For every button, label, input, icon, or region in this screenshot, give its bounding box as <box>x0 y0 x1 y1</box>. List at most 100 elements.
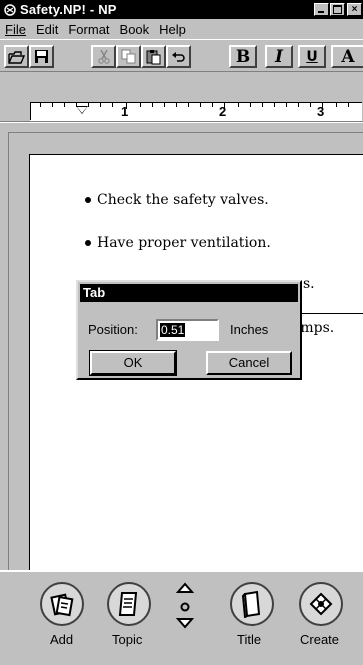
save-button[interactable] <box>29 45 54 68</box>
topic-page-icon <box>118 592 138 616</box>
add-button[interactable] <box>40 582 84 626</box>
font-label: A <box>341 46 355 67</box>
ruler-tick <box>238 103 239 107</box>
ruler-tick <box>164 103 165 107</box>
ruler-top-border <box>0 71 363 72</box>
arrow-down-icon <box>175 618 195 629</box>
ruler-tick <box>250 103 251 107</box>
maximize-button[interactable] <box>330 3 345 16</box>
underline-button[interactable]: U <box>298 45 326 68</box>
open-folder-icon <box>8 50 25 64</box>
italic-label: I <box>275 46 283 67</box>
arrow-up-icon <box>175 582 195 593</box>
bullet-line-1: Check the safety valves. <box>85 192 269 208</box>
ruler-tick <box>64 103 65 107</box>
close-button[interactable]: × <box>347 3 362 16</box>
frame-top-border <box>8 132 363 133</box>
title-bar: Safety.NP! - NP × <box>0 0 363 19</box>
left-margin-border <box>8 132 9 570</box>
minimize-icon <box>318 11 324 13</box>
circle-icon <box>180 602 190 612</box>
save-disk-icon <box>35 50 48 63</box>
undo-button[interactable] <box>166 45 191 68</box>
close-icon: × <box>351 4 358 15</box>
menu-file-label: File <box>5 21 26 37</box>
ruler-tick <box>176 103 177 107</box>
ruler-tick <box>274 103 275 107</box>
create-button[interactable] <box>299 582 343 626</box>
ruler-tick <box>298 103 299 107</box>
create-sparkle-icon <box>309 592 333 616</box>
bold-label: B <box>235 46 251 67</box>
ruler-tick <box>88 103 89 107</box>
ruler-tick <box>200 103 201 107</box>
ruler-bottom-highlight <box>0 122 363 123</box>
tab-stop-marker[interactable] <box>76 106 88 114</box>
cancel-button[interactable]: Cancel <box>206 351 292 375</box>
cut-button[interactable] <box>91 45 116 68</box>
ruler-tick <box>112 103 113 107</box>
ruler-tick <box>348 103 349 107</box>
app-icon[interactable] <box>2 2 17 17</box>
maximize-icon <box>333 5 342 14</box>
open-button[interactable] <box>4 45 29 68</box>
ruler-tick <box>310 103 311 107</box>
bullet-icon <box>85 197 91 203</box>
bottom-bar: Add Topic Title Create <box>0 570 363 665</box>
bullet-text: Have proper ventilation. <box>97 235 271 251</box>
ruler-number: 1 <box>121 104 129 119</box>
copy-button[interactable] <box>116 45 141 68</box>
book-icon <box>241 590 261 618</box>
menu-help[interactable]: Help <box>154 22 191 37</box>
bullet-icon <box>85 240 91 246</box>
menu-edit-label: Edit <box>35 21 59 37</box>
minimize-button[interactable] <box>314 3 329 16</box>
copy-icon <box>121 49 135 64</box>
ruler-left-edge <box>30 102 31 120</box>
app-window: Safety.NP! - NP × File Edit Format Book … <box>0 0 363 665</box>
menu-book-label: Book <box>119 21 150 37</box>
ruler-number: 3 <box>317 104 325 119</box>
ruler-tick <box>152 103 153 107</box>
nav-down-arrow[interactable] <box>175 617 195 632</box>
unit-label: Inches <box>230 322 269 337</box>
toolbar: B I U A <box>0 39 363 69</box>
tab-dialog: Tab Position: 0.51 Inches OK Cancel <box>76 280 302 380</box>
bullet-text: Check the safety valves. <box>97 192 269 208</box>
undo-icon <box>172 52 185 62</box>
bold-button[interactable]: B <box>229 45 257 68</box>
topic-button[interactable] <box>107 582 151 626</box>
bullet-line-3-fragment: s. <box>303 276 315 292</box>
font-button[interactable]: A <box>331 45 363 68</box>
menu-edit[interactable]: Edit <box>31 22 63 37</box>
underline-label: U <box>306 48 318 65</box>
ruler-tick <box>40 103 41 107</box>
italic-button[interactable]: I <box>265 45 293 68</box>
ok-button[interactable]: OK <box>89 350 177 376</box>
menu-file[interactable]: File <box>0 22 31 37</box>
ruler-tick <box>212 103 213 107</box>
position-input[interactable]: 0.51 <box>156 319 219 341</box>
add-pages-icon <box>50 593 74 617</box>
menu-bar: File Edit Format Book Help <box>0 19 363 39</box>
ruler-tick <box>140 103 141 107</box>
paste-button[interactable] <box>141 45 166 68</box>
add-label: Add <box>50 632 74 647</box>
nav-home-dot[interactable] <box>180 601 190 615</box>
position-label: Position: <box>88 322 138 337</box>
paste-clipboard-icon <box>146 49 160 64</box>
menu-help-label: Help <box>159 21 186 37</box>
menu-format[interactable]: Format <box>63 22 114 37</box>
create-label: Create <box>300 632 340 647</box>
scissors-icon <box>97 49 110 64</box>
bullet-text: s. <box>303 276 315 292</box>
position-value: 0.51 <box>160 323 186 337</box>
menu-book[interactable]: Book <box>115 22 155 37</box>
ruler-tick <box>188 103 189 107</box>
position-label-text: Position: <box>88 322 138 337</box>
bullet-line-2: Have proper ventilation. <box>85 235 271 251</box>
nav-up-arrow[interactable] <box>175 582 195 597</box>
ruler-number: 2 <box>219 104 227 119</box>
window-title: Safety.NP! - NP <box>20 2 117 17</box>
title-button[interactable] <box>230 582 274 626</box>
